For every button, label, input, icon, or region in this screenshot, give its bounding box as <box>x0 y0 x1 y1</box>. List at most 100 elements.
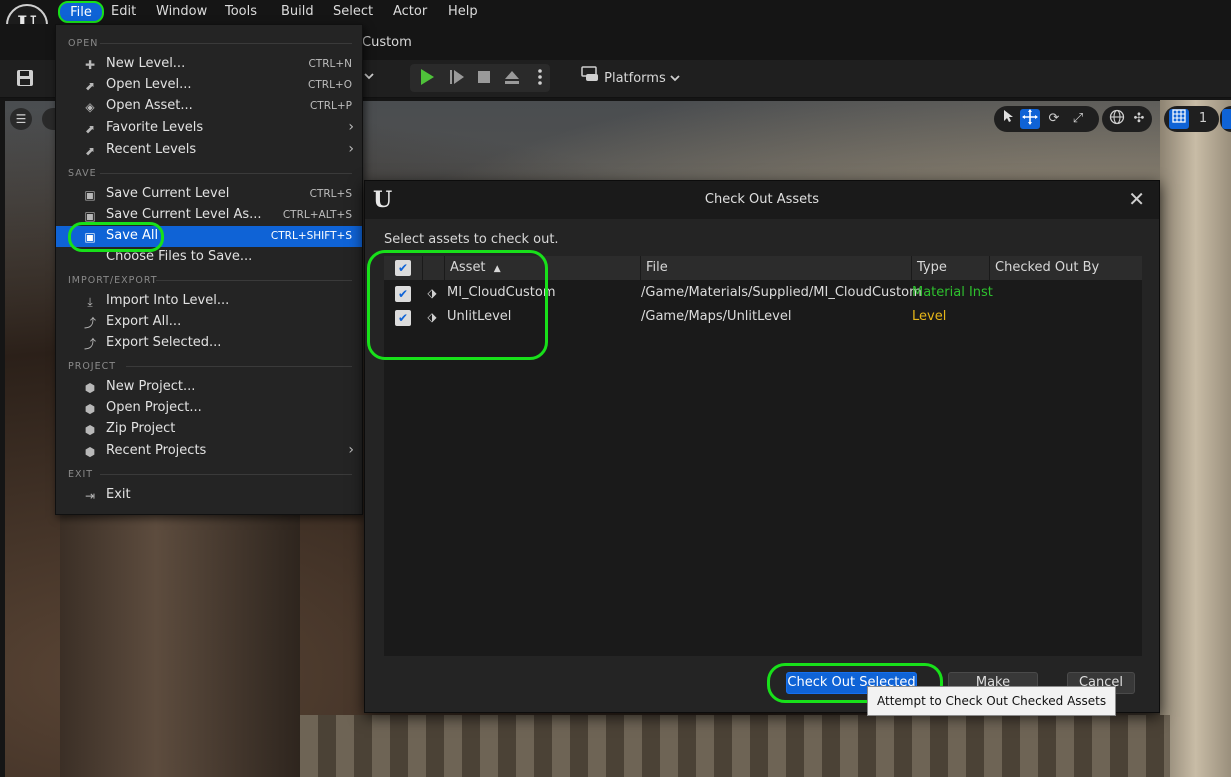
chevron-right-icon: › <box>348 119 354 135</box>
menu-item-export-selected[interactable]: ⤴ Export Selected... <box>56 333 362 354</box>
menu-build[interactable]: Build <box>281 3 314 21</box>
asset-type: Material Inst <box>912 285 993 300</box>
menu-item-exit[interactable]: ⇥ Exit <box>56 485 362 506</box>
menu-item-label: Save Current Level <box>106 186 230 201</box>
menu-item-label: Exit <box>106 487 131 502</box>
menu-item-label: Export All... <box>106 314 182 329</box>
section-save: SAVE <box>68 168 97 179</box>
column-file[interactable]: File <box>640 256 911 280</box>
export-selected-icon: ⤴ <box>83 337 96 351</box>
save-icon: ▣ <box>84 188 96 202</box>
platforms-label: Platforms <box>604 71 666 86</box>
menu-tools[interactable]: Tools <box>225 3 257 21</box>
close-icon[interactable]: ✕ <box>1128 188 1145 210</box>
menu-item-label: Export Selected... <box>106 335 222 350</box>
angle-snap-icon[interactable] <box>1222 109 1231 129</box>
menu-item-label: Favorite Levels <box>106 120 204 135</box>
open-level-icon: ⬈ <box>84 79 96 93</box>
shortcut-label: CTRL+P <box>309 100 352 112</box>
menu-item-recent-levels[interactable]: ⬈ Recent Levels › <box>56 140 362 161</box>
shortcut-label: CTRL+N <box>308 58 352 70</box>
menu-item-open-level[interactable]: ⬈ Open Level... CTRL+O <box>56 75 362 96</box>
viewport-balustrade <box>300 715 1170 777</box>
scale-icon[interactable]: ⤢ <box>1068 109 1088 129</box>
menu-file[interactable]: File <box>58 1 104 23</box>
menu-item-favorite-levels[interactable]: ⬈ Favorite Levels › <box>56 118 362 139</box>
file-menu-dropdown: OPEN ✚ New Level... CTRL+N ⬈ Open Level.… <box>55 24 363 515</box>
surface-snap-icon[interactable]: ✣ <box>1129 109 1149 129</box>
section-import-export: IMPORT/EXPORT <box>68 275 158 286</box>
shortcut-label: CTRL+S <box>309 188 352 200</box>
favorite-levels-icon: ⬈ <box>84 122 96 136</box>
column-checked-out-by[interactable]: Checked Out By <box>989 256 1142 280</box>
shortcut-label: CTRL+SHIFT+S <box>270 230 352 242</box>
asset-type: Level <box>912 309 947 324</box>
platforms-button[interactable]: Platforms <box>580 66 680 90</box>
recent-projects-icon: ⬢ <box>84 445 96 459</box>
menu-item-open-project[interactable]: ⬢ Open Project... <box>56 398 362 419</box>
shortcut-label: CTRL+O <box>308 79 352 91</box>
stop-icon[interactable] <box>474 68 494 88</box>
highlight-ring <box>68 222 164 252</box>
rotate-icon[interactable]: ⟳ <box>1044 109 1064 129</box>
menu-actor[interactable]: Actor <box>393 3 427 21</box>
asset-file: /Game/Maps/UnlitLevel <box>641 309 792 324</box>
zip-project-icon: ⬢ <box>84 423 96 437</box>
dialog-prompt: Select assets to check out. <box>384 232 559 247</box>
menu-item-save-current-level[interactable]: ▣ Save Current Level CTRL+S <box>56 184 362 205</box>
select-icon[interactable] <box>998 109 1018 129</box>
recent-levels-icon: ⬈ <box>84 144 96 158</box>
exit-icon: ⇥ <box>84 489 96 503</box>
chevron-down-icon[interactable] <box>364 69 374 83</box>
divider <box>100 43 352 44</box>
viewport-menu-icon[interactable]: ☰ <box>10 108 32 130</box>
tooltip: Attempt to Check Out Checked Assets <box>867 686 1117 716</box>
level-tab[interactable]: Custom <box>362 35 412 50</box>
menu-item-label: Zip Project <box>106 421 176 436</box>
menu-item-import-into-level[interactable]: ⤓ Import Into Level... <box>56 291 362 312</box>
grid-size-value[interactable]: 1 <box>1193 109 1213 129</box>
menu-item-new-project[interactable]: ⬢ New Project... <box>56 377 362 398</box>
open-project-icon: ⬢ <box>84 402 96 416</box>
menu-item-export-all[interactable]: ⤴ Export All... <box>56 312 362 333</box>
shortcut-label: CTRL+ALT+S <box>282 209 352 221</box>
chevron-down-icon <box>670 67 680 91</box>
viewport-pillar <box>60 470 300 777</box>
divider <box>126 366 352 367</box>
menu-item-label: Recent Projects <box>106 443 207 458</box>
import-icon: ⤓ <box>87 295 93 309</box>
section-project: PROJECT <box>68 361 117 372</box>
menu-window[interactable]: Window <box>156 3 207 21</box>
menu-item-label: Save Current Level As... <box>106 207 262 222</box>
viewport-pillar <box>1160 100 1231 777</box>
more-options-icon[interactable] <box>530 68 550 88</box>
translate-icon[interactable] <box>1020 109 1040 129</box>
eject-icon[interactable] <box>502 68 522 88</box>
menu-item-open-asset[interactable]: ◈ Open Asset... CTRL+P <box>56 96 362 117</box>
asset-file: /Game/Materials/Supplied/MI_CloudCustom <box>641 285 922 300</box>
grid-snap-icon[interactable] <box>1169 109 1189 129</box>
platforms-icon <box>580 66 600 91</box>
menu-item-recent-projects[interactable]: ⬢ Recent Projects › <box>56 441 362 462</box>
export-icon: ⤴ <box>83 316 96 330</box>
column-type[interactable]: Type <box>911 256 989 280</box>
highlight-ring <box>367 250 548 360</box>
advance-frame-icon[interactable] <box>447 68 467 88</box>
menu-item-label: Import Into Level... <box>106 293 230 308</box>
menu-item-label: Recent Levels <box>106 142 197 157</box>
menu-edit[interactable]: Edit <box>111 3 136 21</box>
menu-select[interactable]: Select <box>333 3 373 21</box>
menu-help[interactable]: Help <box>448 3 478 21</box>
save-icon[interactable] <box>16 69 36 87</box>
menu-item-label: Open Level... <box>106 77 192 92</box>
menu-item-zip-project[interactable]: ⬢ Zip Project <box>56 419 362 440</box>
new-level-icon: ✚ <box>84 58 96 72</box>
new-project-icon: ⬢ <box>84 381 96 395</box>
play-icon[interactable] <box>417 68 437 88</box>
menu-item-new-level[interactable]: ✚ New Level... CTRL+N <box>56 54 362 75</box>
globe-icon[interactable] <box>1107 109 1127 129</box>
viewport-transform-tools: ⟳ ⤢ ✣ 1 <box>994 106 1231 132</box>
menu-item-label: New Level... <box>106 56 186 71</box>
menu-item-label: Open Project... <box>106 400 202 415</box>
open-asset-icon: ◈ <box>85 100 95 114</box>
